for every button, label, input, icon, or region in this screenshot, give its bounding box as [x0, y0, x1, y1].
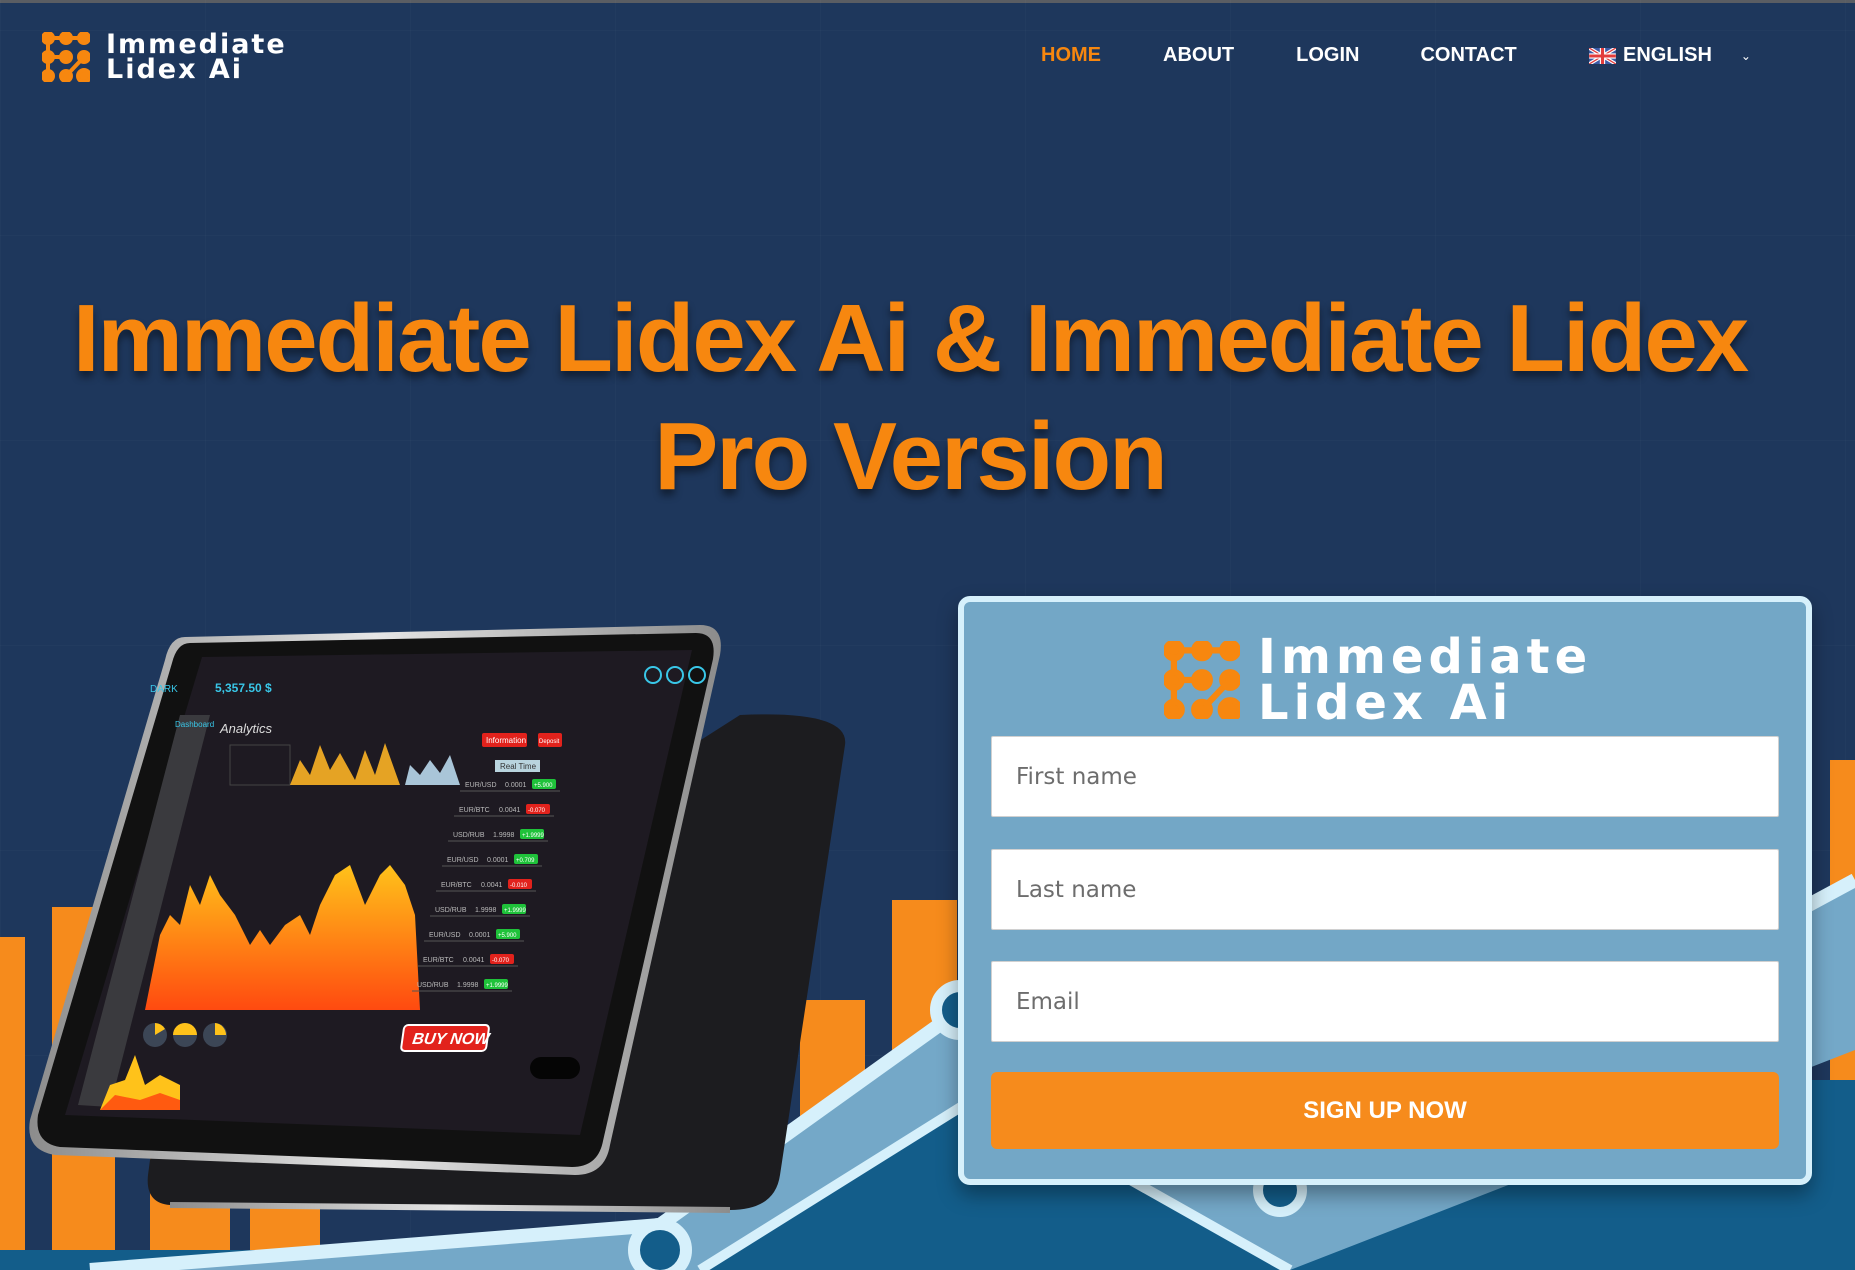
hero-title-line1: Immediate Lidex Ai & Immediate Lidex [72, 285, 1749, 392]
tablet-info-label: Information [486, 736, 526, 745]
tablet-buy-now-label: BUY NOW [411, 1030, 492, 1048]
hero-title: Immediate Lidex Ai & Immediate Lidex Pro… [0, 280, 1820, 516]
nav-home[interactable]: HOME [1041, 44, 1101, 67]
last-name-input[interactable] [991, 849, 1779, 930]
tablet-sidebar-dashboard: Dashboard [175, 720, 214, 729]
tablet-deposit-label: Deposit [539, 739, 560, 745]
brand-logo-icon [42, 32, 90, 82]
ticker-change: +1.9999 [504, 908, 527, 914]
tablet-illustration: DARK 5,357.50 $ Dashboard Analytics Info… [29, 625, 846, 1213]
ticker-change: +0.709 [516, 858, 535, 864]
main-nav: HOME ABOUT LOGIN CONTACT [1041, 44, 1517, 67]
ticker-change: -0.070 [528, 808, 546, 814]
nav-about[interactable]: ABOUT [1163, 44, 1234, 67]
ticker-pair: EUR/BTC [441, 882, 472, 889]
form-brand-line2: Lidex Ai [1258, 675, 1514, 731]
first-name-input[interactable] [991, 736, 1779, 817]
ticker-pair: EUR/USD [465, 782, 497, 789]
ticker-change: +1.9999 [522, 833, 545, 839]
ticker-pair: EUR/USD [429, 932, 461, 939]
ticker-change: -0.010 [510, 883, 528, 889]
form-brand-line1: Immediate [1258, 629, 1593, 685]
ticker-change: -0.070 [492, 958, 510, 964]
uk-flag-icon [1589, 47, 1616, 64]
brand-logo-icon [1164, 641, 1240, 719]
ticker-value: 0.0041 [499, 807, 521, 814]
tablet-buy-now-button: BUY NOW [400, 1024, 492, 1052]
sign-up-button[interactable]: SIGN UP NOW [991, 1072, 1779, 1149]
tablet-balance: 5,357.50 $ [215, 681, 272, 695]
form-brand-name: Immediate Lidex Ai [1258, 629, 1593, 731]
signup-form: Immediate Lidex Ai SIGN UP NOW [958, 596, 1812, 1185]
ticker-pair: EUR/BTC [423, 957, 454, 964]
ticker-pair: USD/RUB [417, 982, 449, 989]
ticker-change: +1.9999 [486, 983, 509, 989]
hero-title-line2: Pro Version [654, 403, 1168, 510]
ticker-value: 0.0001 [487, 857, 509, 864]
ticker-value: 0.0041 [463, 957, 485, 964]
tablet-camera [530, 1057, 580, 1079]
tablet-section-title: Analytics [219, 721, 273, 736]
ticker-change: +5.900 [498, 933, 517, 939]
brand-name-line2: Lidex Ai [106, 54, 244, 85]
tablet-logo-text: DARK [150, 684, 178, 695]
ticker-pair: USD/RUB [435, 907, 467, 914]
nav-contact[interactable]: CONTACT [1420, 44, 1516, 67]
form-logo: Immediate Lidex Ai [1164, 629, 1593, 731]
nav-login[interactable]: LOGIN [1296, 44, 1359, 67]
ticker-pair: EUR/USD [447, 857, 479, 864]
header-logo[interactable]: Immediate Lidex Ai [42, 31, 287, 85]
ticker-value: 1.9998 [457, 982, 479, 989]
ticker-value: 1.9998 [493, 832, 515, 839]
email-input[interactable] [991, 961, 1779, 1042]
ticker-change: +5.900 [534, 783, 553, 789]
ticker-value: 0.0041 [481, 882, 503, 889]
bg-graph-node [628, 1218, 692, 1270]
ticker-value: 0.0001 [505, 782, 527, 789]
ticker-pair: USD/RUB [453, 832, 485, 839]
chevron-down-icon: ⌄ [1740, 48, 1751, 63]
tablet-realtime-label: Real Time [500, 762, 537, 771]
brand-name: Immediate Lidex Ai [106, 31, 287, 85]
ticker-value: 1.9998 [475, 907, 497, 914]
language-selector[interactable]: ENGLISH ⌄ [1589, 44, 1751, 67]
ticker-value: 0.0001 [469, 932, 491, 939]
ticker-pair: EUR/BTC [459, 807, 490, 814]
language-label: ENGLISH [1623, 44, 1712, 66]
